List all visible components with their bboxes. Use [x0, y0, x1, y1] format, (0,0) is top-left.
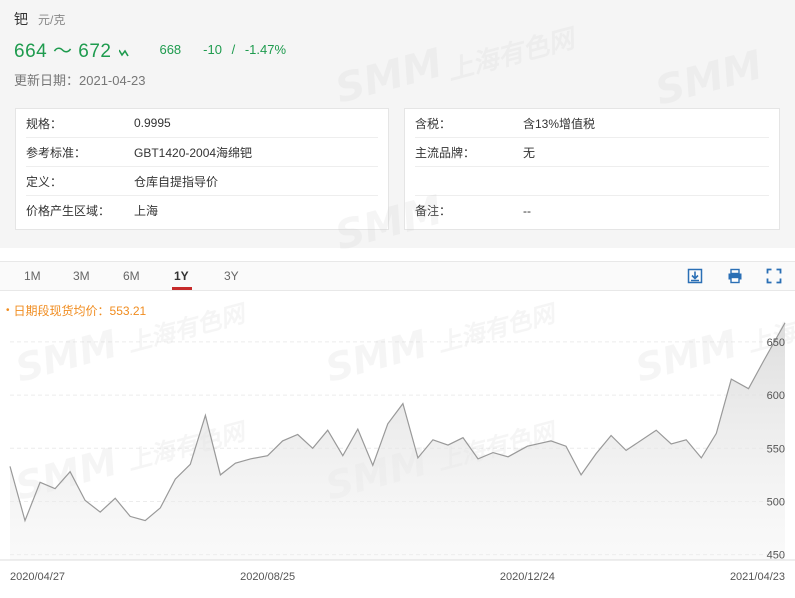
price-range: 664 ～ 672: [14, 41, 112, 62]
spec-table-left: 规格： 0.9995 参考标准： GBT1420-2004海绵钯 定义： 仓库自提指导…: [15, 108, 389, 230]
spec-table-right: 含税： 含13%增值税 主流品牌： 无 备注： --: [404, 108, 780, 230]
change-percent: -1.47%: [244, 42, 287, 57]
spec-row: 含税： 含13%增值税: [415, 109, 769, 138]
download-icon[interactable]: [687, 268, 703, 284]
fullscreen-icon[interactable]: [766, 268, 782, 284]
watermark-brand: SMM: [631, 321, 742, 390]
spec-row: 价格产生区域： 上海: [26, 196, 378, 225]
update-label: 更新日期：: [14, 73, 80, 88]
spec-row: 规格： 0.9995: [26, 109, 378, 138]
spec-value: --: [523, 203, 531, 218]
change-absolute: -10: [203, 42, 222, 57]
spec-row: 参考标准： GBT1420-2004海绵钯: [26, 138, 378, 167]
range-tab-bar: 1M 3M 6M 1Y 3Y: [0, 262, 795, 291]
y-tick-label: 600: [767, 390, 785, 402]
x-tick-label: 2020/12/24: [500, 571, 555, 583]
price-chart: SMM上海有色网SMM上海有色网SMM上海有色网SMM上海有色网SMM上海有色网…: [0, 299, 795, 583]
tab-3m[interactable]: 3M: [73, 269, 90, 283]
watermark-brand: SMM: [321, 321, 432, 390]
spec-row: 备注： --: [415, 196, 769, 225]
update-date-row: 更新日期：2021-04-23: [14, 70, 146, 89]
spec-row: 主流品牌： 无: [415, 138, 769, 167]
spec-label: 参考标准：: [26, 145, 87, 160]
spec-label: 定义：: [26, 174, 63, 189]
price-unit: 元/克: [38, 13, 66, 27]
tab-3y[interactable]: 3Y: [224, 269, 239, 283]
trend-down-icon: [119, 49, 130, 56]
spec-label: 含税：: [415, 116, 452, 131]
spec-label: 规格：: [26, 116, 63, 131]
update-date: 2021-04-23: [79, 73, 146, 88]
spec-row: [415, 167, 769, 196]
spec-label: 备注：: [415, 204, 452, 218]
spec-value: 含13%增值税: [523, 116, 596, 131]
watermark-text: 上海有色网: [124, 299, 251, 358]
price-row: 664 ～ 672 668 -10 / -1.47%: [14, 36, 286, 63]
change-separator: /: [231, 42, 236, 57]
price-summary-panel: 钯 元/克 664 ～ 672 668 -10 / -1.47% 更新日期：20…: [0, 0, 795, 248]
spec-value: GBT1420-2004海绵钯: [134, 145, 253, 160]
spec-value: 无: [523, 145, 536, 160]
spec-label: 价格产生区域：: [26, 204, 111, 218]
spec-row: 定义： 仓库自提指导价: [26, 167, 378, 196]
tab-1y[interactable]: 1Y: [174, 269, 189, 283]
product-name: 钯: [14, 11, 28, 27]
spec-value: 上海: [134, 204, 159, 218]
print-icon[interactable]: [727, 268, 743, 284]
y-tick-label: 550: [767, 443, 785, 455]
watermark-brand: SMM: [11, 321, 122, 390]
price-change: -10 / -1.47%: [203, 42, 286, 57]
spec-value: 仓库自提指导价: [134, 174, 219, 189]
tab-1m[interactable]: 1M: [24, 269, 41, 283]
spec-label: 主流品牌：: [415, 145, 476, 160]
x-tick-label: 2020/04/27: [10, 571, 65, 583]
title-row: 钯 元/克: [14, 9, 65, 29]
y-tick-label: 650: [767, 337, 785, 349]
watermark-text: 上海有色网: [434, 299, 561, 358]
spec-value: 0.9995: [134, 116, 171, 130]
x-tick-label: 2021/04/23: [730, 571, 785, 583]
average-price: 668: [159, 42, 182, 57]
y-tick-label: 500: [767, 496, 785, 508]
tab-6m[interactable]: 6M: [123, 269, 140, 283]
x-tick-label: 2020/08/25: [240, 571, 295, 583]
